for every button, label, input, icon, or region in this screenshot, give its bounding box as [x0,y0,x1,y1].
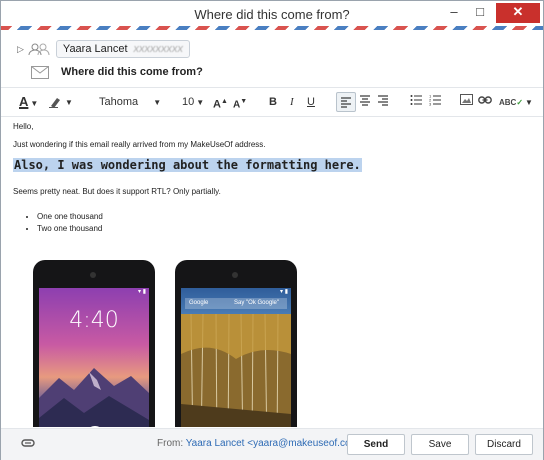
subject-row: Where did this come from? [31,63,203,81]
bullet-list-button[interactable] [410,94,422,110]
align-left-icon [341,97,351,108]
grow-font-button[interactable]: A▲ [213,94,228,111]
minimize-button[interactable]: – [441,3,467,23]
grow-font-label: A [213,98,221,111]
numbered-list-button[interactable]: 123 [429,94,441,110]
align-left-button[interactable] [336,92,356,112]
discard-button[interactable]: Discard [475,434,533,455]
highlight-button[interactable]: ▼ [49,94,73,110]
airmail-border [1,26,543,30]
close-button[interactable]: ✕ [496,3,540,23]
image-icon [460,94,473,105]
bullet-list-icon [410,95,422,105]
highlighter-icon [49,98,60,109]
font-size-select[interactable]: 10 ▼ [182,94,204,110]
formatting-toolbar: A ▼ ▼ Tahoma ▼ 10 ▼ A▲ A▼ B I U 1 2 3 AB… [1,88,543,117]
phone-image-homescreen: ▾ ▮ Google Say "Ok Google" [175,260,297,427]
save-button[interactable]: Save [411,434,469,455]
contacts-icon[interactable] [28,42,50,56]
align-right-icon [378,95,388,106]
font-size-value: 10 [182,96,195,108]
from-address: Yaara Lancet <yaara@makeuseof.com> [185,438,365,449]
underline-button[interactable]: U [307,94,315,110]
footer-bar: From: Yaara Lancet <yaara@makeuseof.com>… [1,428,543,460]
list-item: Two one thousand [37,224,103,233]
phone-screen: ▾ ▮ Google Say "Ok Google" [181,288,291,427]
spellcheck-button[interactable]: ABC✓ ▼ [499,94,533,110]
mountain-wallpaper [39,368,149,427]
title-bar: Where did this come from? – □ ✕ [1,1,543,31]
ok-google-hint: Say "Ok Google" [234,300,279,306]
spellcheck-icon: ABC✓ [499,98,524,107]
status-bar: ▾ ▮ [138,289,146,295]
align-right-button[interactable] [377,94,389,110]
subject-field[interactable]: Where did this come from? [61,66,203,78]
shrink-font-button[interactable]: A▼ [233,94,247,111]
recipient-chip[interactable]: Yaara Lancet xxxxxxxxx [55,40,191,58]
attachment-icon[interactable] [21,438,35,448]
envelope-icon [31,65,49,79]
numbered-list-icon: 123 [429,94,441,107]
send-button[interactable]: Send [347,434,405,455]
insert-link-button[interactable] [478,94,492,110]
bullet-list: One one thousand Two one thousand [25,212,103,236]
phone-screen: ▾ ▮ 4:40 🔒︎ [39,288,149,427]
message-header: ▷ Yaara Lancet xxxxxxxxx Where did this … [1,31,543,88]
compose-window: Where did this come from? – □ ✕ ▷ Yaara … [0,0,544,460]
align-center-button[interactable] [359,94,371,110]
lockscreen-clock: 4:40 [69,308,119,333]
align-center-icon [360,95,370,106]
font-family-select[interactable]: Tahoma ▼ [99,94,161,110]
bold-button[interactable]: B [269,94,277,110]
google-label: Google [189,300,209,306]
message-body[interactable]: Hello, Just wondering if this email real… [1,117,543,427]
body-line-2: Seems pretty neat. But does it support R… [13,187,221,196]
font-color-button[interactable]: A ▼ [19,94,38,110]
body-line-1: Just wondering if this email really arri… [13,140,266,149]
forest-wallpaper [181,314,291,427]
insert-image-button[interactable] [460,94,473,110]
phone-camera [232,272,238,278]
from-label: From: [157,438,184,449]
google-search-bar: Google Say "Ok Google" [185,298,287,309]
list-item: One one thousand [37,212,103,221]
svg-text:3: 3 [429,102,432,107]
italic-button[interactable]: I [290,94,294,110]
recipient-name: Yaara Lancet [62,43,128,55]
font-family-value: Tahoma [99,96,139,108]
greeting-text: Hello, [13,122,34,131]
phone-camera [90,272,96,278]
maximize-button[interactable]: □ [467,3,493,23]
highlighted-headline: Also, I was wondering about the formatti… [13,158,362,172]
phone-image-lockscreen: ▾ ▮ 4:40 🔒︎ [33,260,155,427]
recipient-address: xxxxxxxxx [133,43,184,55]
link-icon [478,96,492,104]
from-field[interactable]: From: Yaara Lancet <yaara@makeuseof.com> [157,438,365,449]
recipients-row: ▷ Yaara Lancet xxxxxxxxx [17,39,191,59]
status-bar: ▾ ▮ [280,289,288,295]
expand-triangle-icon[interactable]: ▷ [17,44,24,55]
